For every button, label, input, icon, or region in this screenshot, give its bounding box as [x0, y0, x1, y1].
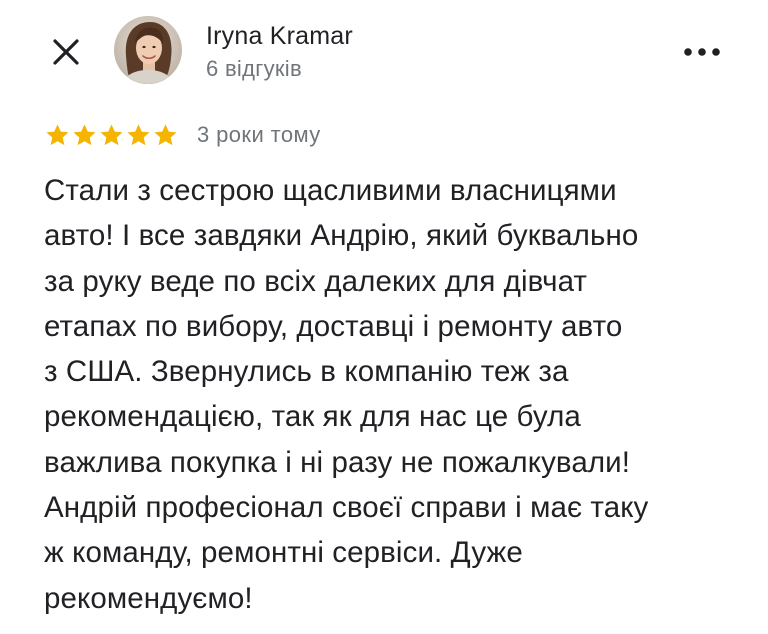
review-header: Iryna Kramar 6 відгуків: [0, 0, 768, 100]
rating-row: 3 роки тому: [44, 118, 321, 152]
review-time: 3 роки тому: [197, 122, 321, 147]
star-icon: [73, 123, 96, 145]
close-icon: [53, 39, 79, 65]
more-horizontal-dots-icon: [684, 48, 720, 56]
star-icon: [154, 123, 177, 145]
close-button[interactable]: [44, 30, 88, 74]
author-review-count: 6 відгуків: [206, 56, 302, 81]
star-rating: [44, 122, 179, 149]
star-icon: [127, 123, 150, 145]
more-options-button[interactable]: [678, 36, 726, 68]
review-text: Стали з сестрою щасливими власницями авт…: [44, 174, 649, 615]
star-icon: [100, 123, 123, 145]
author-name[interactable]: Iryna Kramar: [206, 20, 353, 52]
star-icon: [46, 123, 69, 145]
avatar[interactable]: [114, 16, 182, 84]
author-info[interactable]: Iryna Kramar 6 відгуків: [206, 20, 353, 84]
profile-photo: [114, 16, 182, 84]
